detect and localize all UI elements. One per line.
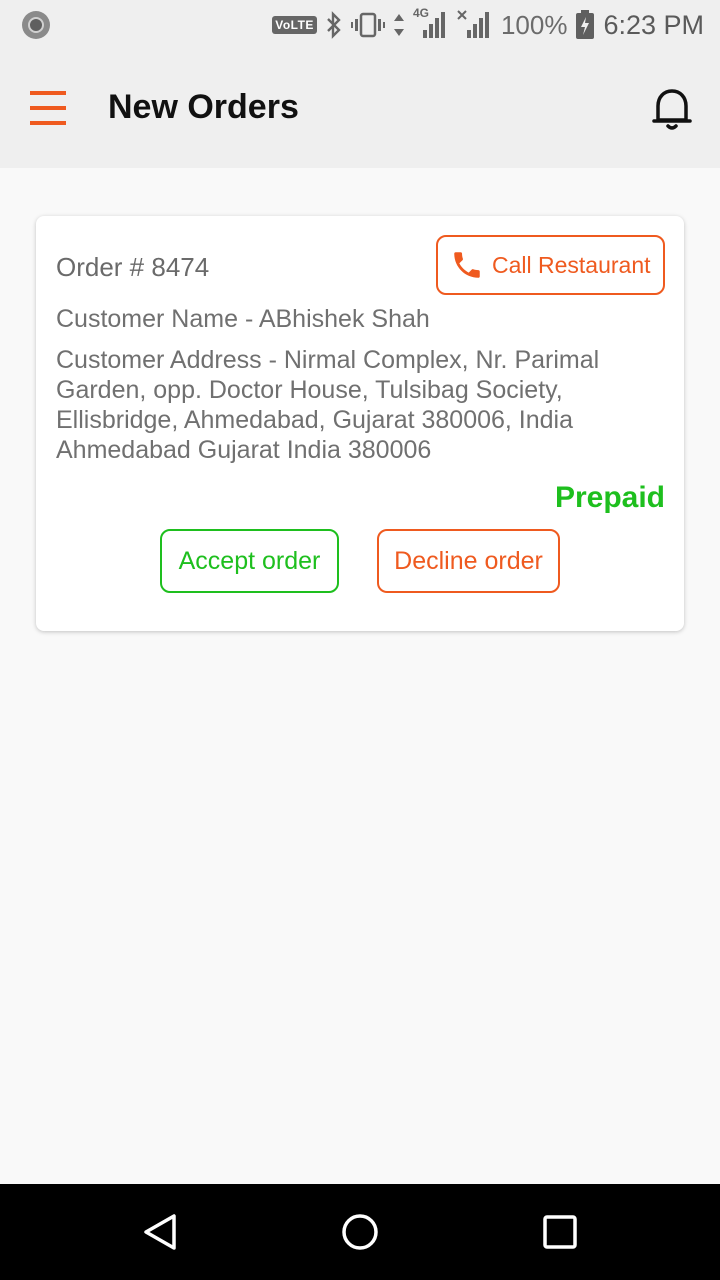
volte-badge: VoLTE — [272, 16, 317, 34]
page-title: New Orders — [108, 88, 299, 126]
phone-icon — [454, 252, 480, 278]
clock: 6:23 PM — [603, 9, 704, 40]
vibrate-icon — [350, 12, 385, 38]
order-card: Order # 8474 Call Restaurant Customer Na… — [36, 216, 684, 631]
no-signal-icon — [457, 10, 489, 38]
accept-order-button[interactable]: Accept order — [160, 529, 339, 593]
battery-charging-icon — [576, 10, 595, 39]
call-restaurant-label: Call Restaurant — [492, 251, 651, 278]
notification-dot-icon — [22, 11, 50, 39]
call-restaurant-button[interactable]: Call Restaurant — [436, 235, 665, 295]
back-triangle-icon[interactable] — [140, 1212, 180, 1252]
customer-name: Customer Name - ABhishek Shah — [56, 305, 430, 333]
order-number: Order # 8474 — [56, 252, 210, 282]
recents-square-icon[interactable] — [540, 1212, 580, 1252]
decline-order-button[interactable]: Decline order — [377, 529, 560, 593]
status-bar: VoLTE 4G 100% 6:23 PM — [0, 0, 720, 50]
hamburger-menu-icon[interactable] — [30, 91, 66, 125]
battery-percent: 100% — [500, 9, 568, 40]
signal-icon: 4G — [413, 6, 449, 40]
app-bar: New Orders — [0, 50, 720, 168]
system-nav-bar — [0, 1184, 720, 1280]
home-circle-icon[interactable] — [340, 1212, 380, 1252]
bluetooth-icon — [327, 11, 341, 39]
status-icons: VoLTE 4G 100% 6:23 PM — [272, 6, 704, 44]
bell-icon[interactable] — [652, 86, 692, 132]
data-arrows-icon — [393, 14, 404, 36]
customer-address: Customer Address - Nirmal Complex, Nr. P… — [56, 346, 600, 464]
payment-status: Prepaid — [554, 481, 665, 514]
